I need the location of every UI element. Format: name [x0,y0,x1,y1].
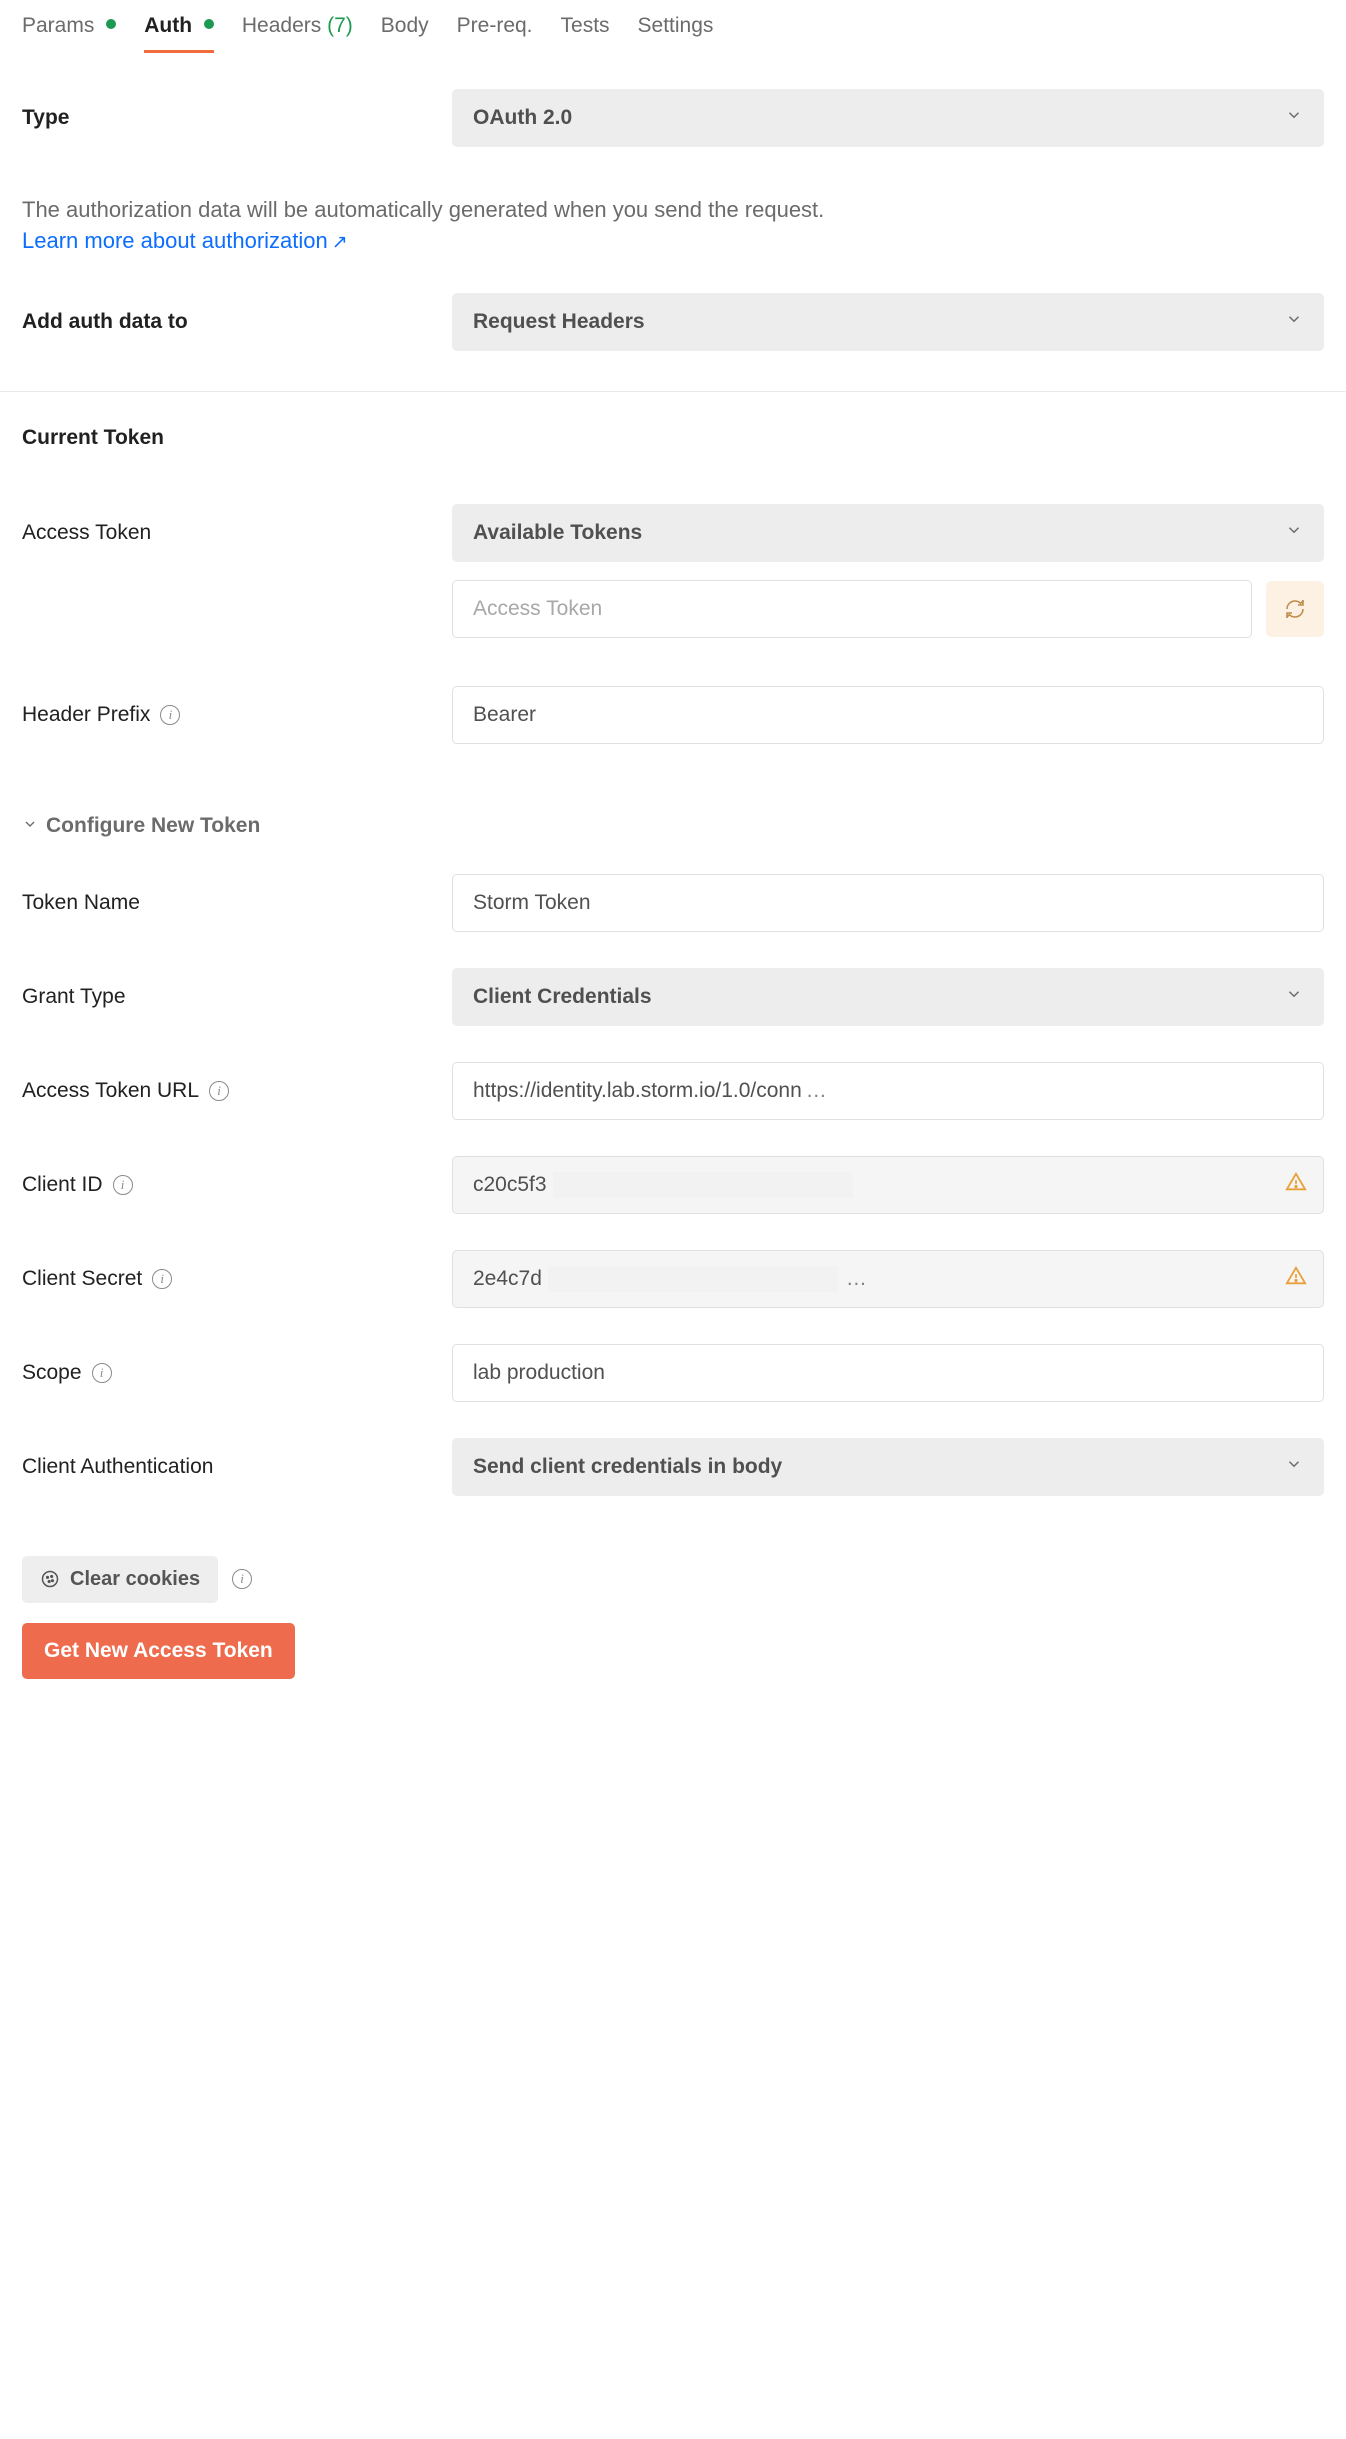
learn-more-link[interactable]: Learn more about authorization↗ [22,228,348,253]
access-token-label: Access Token [22,521,452,545]
header-prefix-label: Header Prefix i [22,703,452,727]
tab-label: Body [381,14,429,37]
button-label: Get New Access Token [44,1639,273,1662]
redacted-area [553,1172,853,1198]
ellipsis: … [846,1267,867,1291]
tab-prereq[interactable]: Pre-req. [457,14,533,52]
headers-count: (7) [327,14,353,37]
client-auth-label: Client Authentication [22,1455,452,1479]
chevron-down-icon [1285,310,1303,334]
get-new-access-token-button[interactable]: Get New Access Token [22,1623,295,1679]
client-auth-select[interactable]: Send client credentials in body [452,1438,1324,1496]
tab-label: Settings [638,14,714,37]
cookie-icon [40,1569,60,1589]
header-prefix-input[interactable]: Bearer [452,686,1324,744]
sync-token-button[interactable] [1266,581,1324,637]
client-secret-input[interactable]: 2e4c7d … [452,1250,1324,1308]
chevron-down-icon [1285,1455,1303,1479]
input-value: https://identity.lab.storm.io/1.0/conn [473,1079,802,1103]
warning-icon [1285,1265,1307,1293]
access-token-url-label: Access Token URL i [22,1079,452,1103]
scope-label: Scope i [22,1361,452,1385]
client-secret-label: Client Secret i [22,1267,452,1291]
add-auth-data-select[interactable]: Request Headers [452,293,1324,351]
warning-icon [1285,1171,1307,1199]
info-icon[interactable]: i [160,705,180,725]
ellipsis: … [806,1079,827,1103]
add-auth-data-label: Add auth data to [22,310,452,334]
chevron-down-icon [1285,521,1303,545]
chevron-down-icon [1285,985,1303,1009]
input-value: Bearer [473,703,536,727]
tab-auth[interactable]: Auth [144,14,214,52]
select-value: Send client credentials in body [473,1455,782,1479]
description-text: The authorization data will be automatic… [22,197,824,222]
type-label: Type [22,106,452,130]
grant-type-select[interactable]: Client Credentials [452,968,1324,1026]
available-tokens-select[interactable]: Available Tokens [452,504,1324,562]
access-token-input[interactable]: Access Token [452,580,1252,638]
select-value: Request Headers [473,310,645,334]
client-id-input[interactable]: c20c5f3 [452,1156,1324,1214]
redacted-area [548,1266,838,1292]
select-value: Available Tokens [473,521,642,545]
info-icon[interactable]: i [209,1081,229,1101]
grant-type-label: Grant Type [22,985,452,1009]
tab-label: Auth [144,14,192,37]
tab-tests[interactable]: Tests [561,14,610,52]
tab-label: Params [22,14,94,37]
input-placeholder: Access Token [473,597,602,621]
tab-body[interactable]: Body [381,14,429,52]
access-token-url-input[interactable]: https://identity.lab.storm.io/1.0/conn… [452,1062,1324,1120]
scope-input[interactable]: lab production [452,1344,1324,1402]
token-name-label: Token Name [22,891,452,915]
tab-settings[interactable]: Settings [638,14,714,52]
token-name-input[interactable]: Storm Token [452,874,1324,932]
clear-cookies-button[interactable]: Clear cookies [22,1556,218,1603]
tab-headers[interactable]: Headers (7) [242,14,353,52]
divider [0,391,1346,392]
current-token-section: Current Token [22,426,1324,450]
tab-params[interactable]: Params [22,14,116,52]
external-link-icon: ↗ [332,232,348,253]
input-value: 2e4c7d [473,1267,542,1291]
chevron-down-icon [1285,106,1303,130]
input-value: lab production [473,1361,605,1385]
tab-label: Tests [561,14,610,37]
sync-icon [1283,597,1307,621]
auth-type-select[interactable]: OAuth 2.0 [452,89,1324,147]
dot-indicator-icon [204,19,214,29]
chevron-down-icon [22,814,38,838]
dot-indicator-icon [106,19,116,29]
tab-label: Headers [242,14,321,37]
auth-description: The authorization data will be automatic… [22,195,1324,257]
info-icon[interactable]: i [152,1269,172,1289]
select-value: Client Credentials [473,985,652,1009]
info-icon[interactable]: i [232,1569,252,1589]
input-value: c20c5f3 [473,1173,547,1197]
info-icon[interactable]: i [92,1363,112,1383]
configure-new-token-toggle[interactable]: Configure New Token [22,814,1324,838]
tab-label: Pre-req. [457,14,533,37]
configure-section-title: Configure New Token [46,814,260,838]
input-value: Storm Token [473,891,591,915]
tabs-bar: Params Auth Headers (7) Body Pre-req. Te… [0,0,1346,53]
client-id-label: Client ID i [22,1173,452,1197]
button-label: Clear cookies [70,1568,200,1591]
select-value: OAuth 2.0 [473,106,572,130]
info-icon[interactable]: i [113,1175,133,1195]
